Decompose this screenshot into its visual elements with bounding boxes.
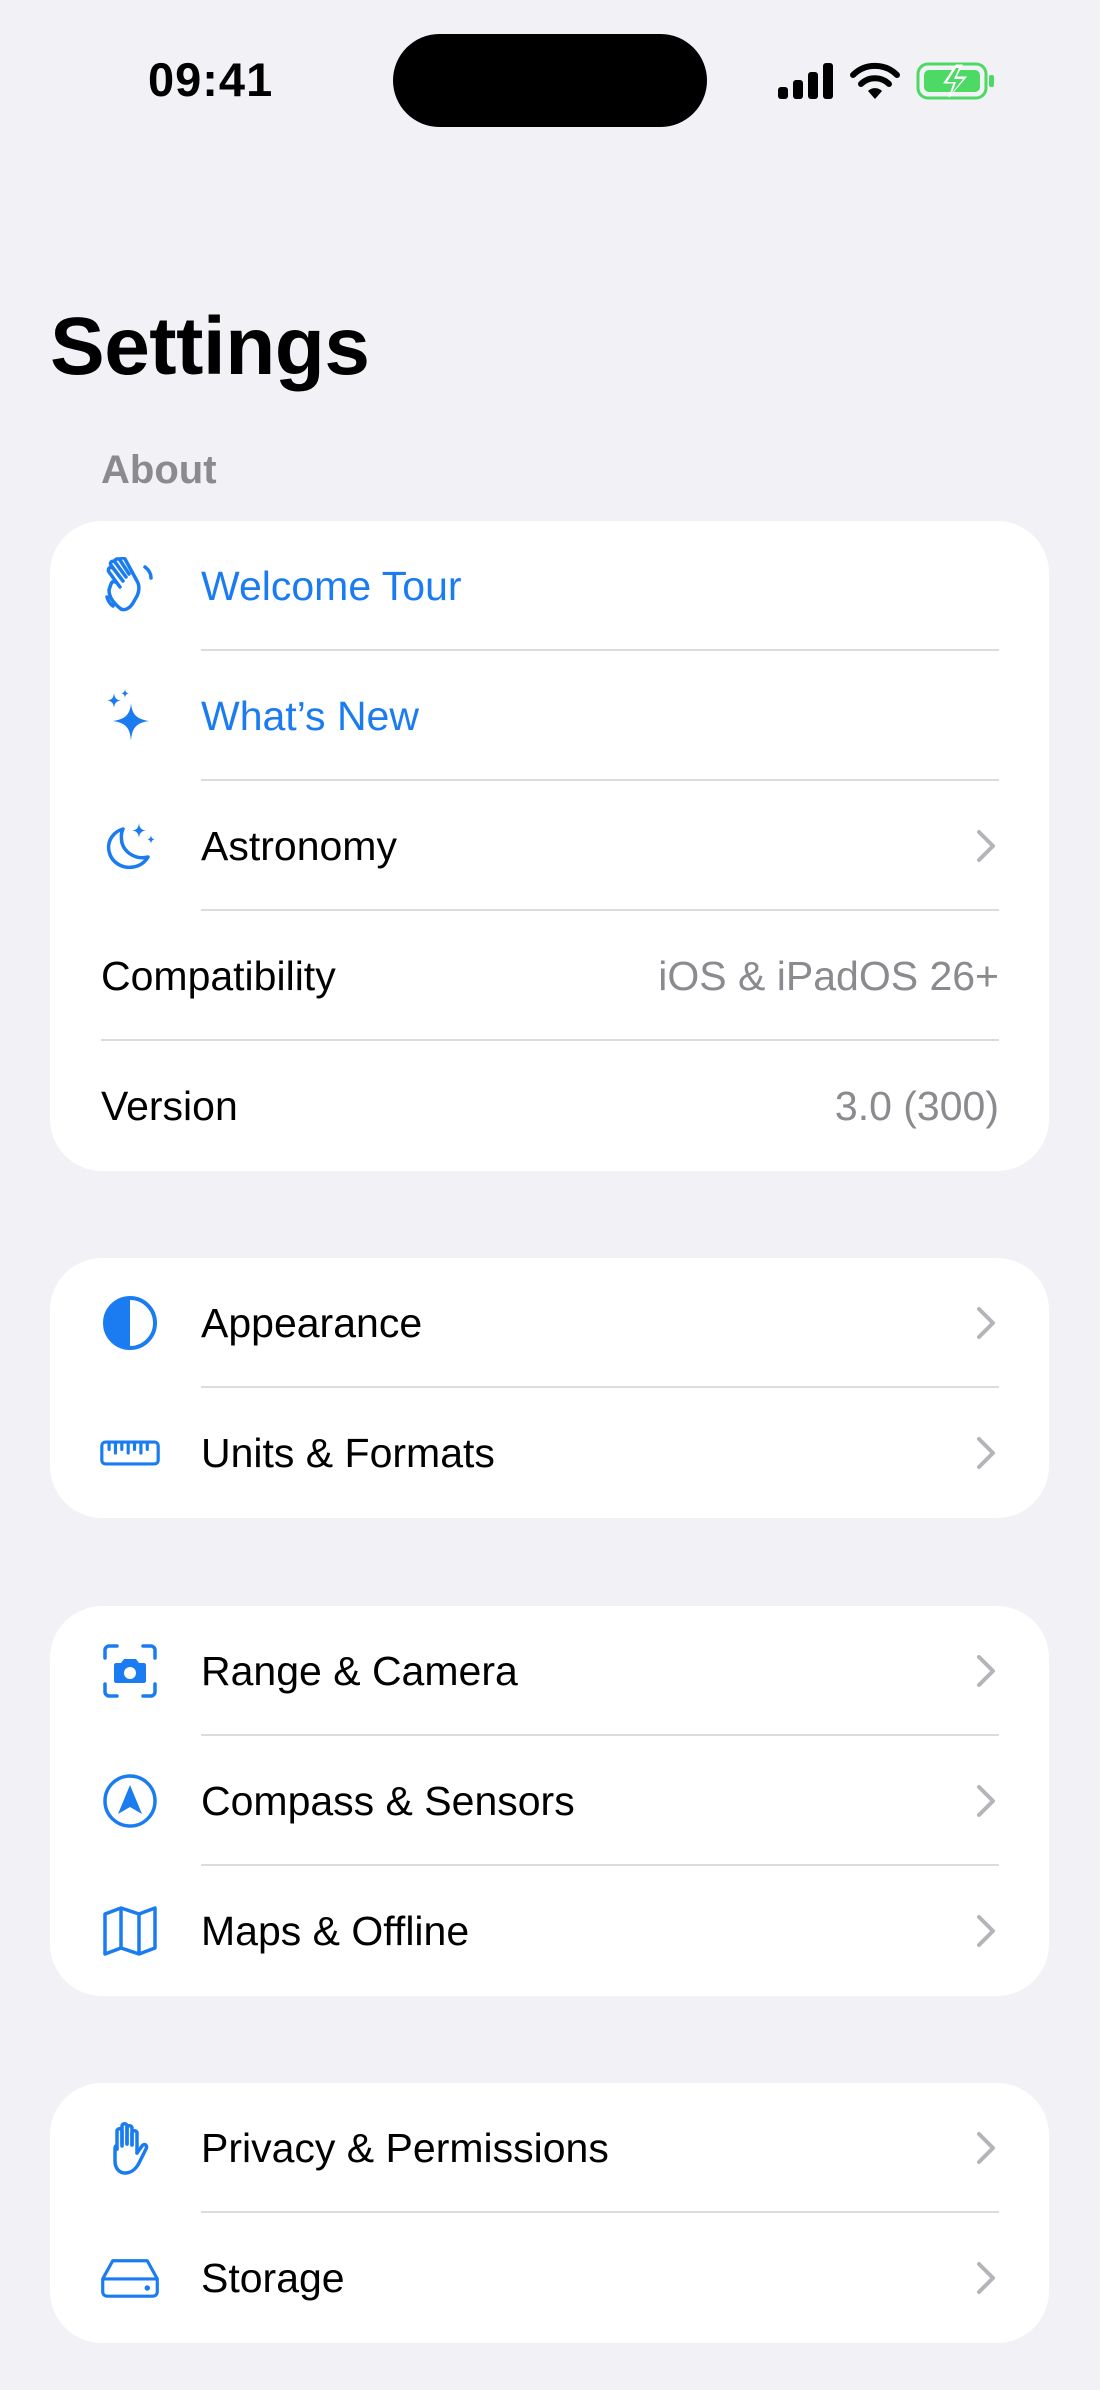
camera-viewfinder-icon — [100, 1641, 160, 1701]
chevron-right-icon — [977, 1307, 995, 1339]
welcome-tour-row[interactable]: Welcome Tour — [50, 521, 1049, 651]
dynamic-island — [393, 34, 707, 127]
maps-offline-row[interactable]: Maps & Offline — [50, 1866, 1049, 1996]
chevron-right-icon — [977, 1915, 995, 1947]
ruler-icon — [100, 1423, 160, 1483]
appearance-row[interactable]: Appearance — [50, 1258, 1049, 1388]
range-camera-row[interactable]: Range & Camera — [50, 1606, 1049, 1736]
map-icon — [100, 1901, 160, 1961]
cellular-signal-icon — [778, 63, 833, 99]
welcome-tour-label: Welcome Tour — [201, 562, 462, 609]
maps-offline-label: Maps & Offline — [201, 1907, 470, 1954]
compass-sensors-row[interactable]: Compass & Sensors — [50, 1736, 1049, 1866]
astronomy-label: Astronomy — [201, 822, 397, 869]
version-label: Version — [101, 1082, 238, 1129]
version-value: 3.0 (300) — [834, 1082, 999, 1129]
compatibility-row: Compatibility iOS & iPadOS 26+ — [50, 911, 1049, 1041]
page-title: Settings — [50, 301, 370, 392]
chevron-right-icon — [977, 830, 995, 862]
range-camera-label: Range & Camera — [201, 1647, 518, 1694]
units-formats-label: Units & Formats — [201, 1429, 495, 1476]
version-row: Version 3.0 (300) — [50, 1041, 1049, 1171]
whats-new-label: What’s New — [201, 692, 419, 739]
astronomy-row[interactable]: Astronomy — [50, 781, 1049, 911]
moon-stars-icon — [100, 816, 160, 876]
chevron-right-icon — [977, 1655, 995, 1687]
chevron-right-icon — [977, 1437, 995, 1469]
compatibility-label: Compatibility — [101, 952, 336, 999]
chevron-right-icon — [977, 2132, 995, 2164]
half-circle-icon — [100, 1293, 160, 1353]
sparkles-icon — [100, 686, 160, 746]
chevron-right-icon — [977, 2262, 995, 2294]
raised-hand-icon — [100, 2118, 160, 2178]
section-header-about: About — [101, 448, 217, 492]
storage-label: Storage — [201, 2254, 345, 2301]
privacy-permissions-row[interactable]: Privacy & Permissions — [50, 2083, 1049, 2213]
hand-wave-icon — [100, 556, 160, 616]
storage-row[interactable]: Storage — [50, 2213, 1049, 2343]
about-group: Welcome Tour What’s New Astronomy Compat… — [50, 521, 1049, 1171]
system-group: Privacy & Permissions Storage — [50, 2083, 1049, 2343]
compass-sensors-label: Compass & Sensors — [201, 1777, 575, 1824]
battery-charging-icon — [916, 62, 994, 100]
status-bar: 09:41 — [0, 0, 1100, 140]
compatibility-value: iOS & iPadOS 26+ — [658, 952, 999, 999]
privacy-permissions-label: Privacy & Permissions — [201, 2124, 609, 2171]
units-formats-row[interactable]: Units & Formats — [50, 1388, 1049, 1518]
internal-drive-icon — [100, 2248, 160, 2308]
wifi-icon — [850, 62, 900, 99]
features-group: Range & Camera Compass & Sensors Maps & … — [50, 1606, 1049, 1996]
whats-new-row[interactable]: What’s New — [50, 651, 1049, 781]
location-arrow-circle-icon — [100, 1771, 160, 1831]
appearance-label: Appearance — [201, 1299, 423, 1346]
status-icons — [778, 56, 996, 106]
status-time: 09:41 — [148, 53, 274, 106]
display-group: Appearance Units & Formats — [50, 1258, 1049, 1518]
chevron-right-icon — [977, 1785, 995, 1817]
